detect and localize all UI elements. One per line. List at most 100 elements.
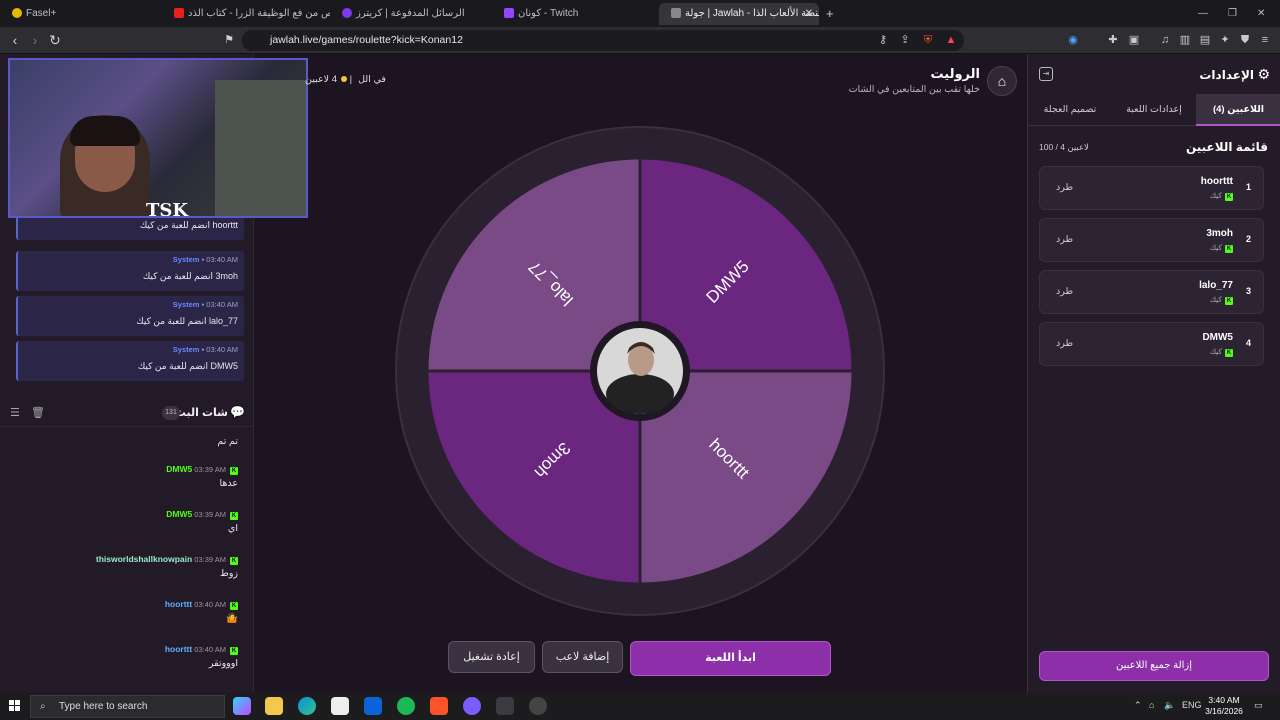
music-icon[interactable]: ♫ — [1158, 33, 1172, 47]
file-explorer-icon[interactable] — [265, 697, 283, 715]
status-dot — [341, 76, 347, 82]
tab-twitch[interactable]: كونان - Twitch — [500, 3, 655, 25]
tab-fasel[interactable]: Fasel+ — [8, 3, 78, 25]
tsk-logo: TSK — [146, 200, 189, 218]
streamer-hair — [70, 116, 140, 146]
bookmark-icon[interactable]: ⚑ — [220, 31, 238, 49]
settings-panel: ⇥ ⚙ الإعدادات اللاعبين (4) إعدادات اللعب… — [1027, 54, 1280, 693]
kick-icon: K — [230, 557, 238, 565]
brave-shield-icon[interactable]: ⛨ — [921, 33, 935, 47]
volume-icon[interactable]: 🔈 — [1164, 700, 1175, 711]
windows-start-icon[interactable] — [9, 700, 21, 712]
avatar-suit — [606, 374, 674, 414]
spotify-icon[interactable] — [397, 697, 415, 715]
share-icon[interactable]: ⇪ — [898, 33, 912, 47]
taskbar-clock[interactable]: 3:40 AM 3/16/2026 — [1202, 695, 1246, 717]
back-icon[interactable]: ‹ — [6, 31, 24, 49]
player-row: 3 lalo_77 Kكيك طرد — [1039, 270, 1264, 314]
add-player-button[interactable]: إضافة لاعب — [542, 641, 623, 673]
remove-all-players-button[interactable]: إزالة جميع اللاعبين — [1039, 651, 1269, 681]
start-game-button[interactable]: ابدأ اللعبة — [630, 641, 831, 676]
tab-wheel-design[interactable]: تصميم العجلة — [1028, 94, 1112, 126]
key-icon[interactable]: ⚷ — [876, 33, 890, 47]
page: hoorttt انضم للعبة من كيك System ▪ 03:40… — [0, 54, 1280, 693]
chat-count-badge: 131 — [162, 406, 180, 420]
reload-icon[interactable]: ↻ — [46, 31, 64, 49]
obs-icon[interactable] — [529, 697, 547, 715]
screenshot-icon[interactable]: ▣ — [1127, 33, 1141, 47]
minimize-icon[interactable]: — — [1198, 3, 1212, 25]
kick-player-button[interactable]: طرد — [1056, 234, 1073, 245]
restart-button[interactable]: إعادة تشغيل — [448, 641, 535, 673]
home-button[interactable]: ⌂ — [987, 66, 1017, 96]
system-message: System ▪ 03:40 AM 3moh انضم للعبة من كيك — [16, 251, 244, 291]
network-icon[interactable]: ⌂ — [1149, 700, 1154, 710]
tab-jawlah[interactable]: جولة | Jawlah - منصة الألعاب الذا ✕ — [659, 3, 819, 25]
close-tab-icon[interactable]: ✕ — [805, 3, 813, 25]
system-message: System ▪ 03:40 AM DMW5 انضم للعبة من كيك — [16, 341, 244, 381]
brave-icon[interactable] — [430, 697, 448, 715]
edge-icon[interactable] — [298, 697, 316, 715]
extensions-icon[interactable]: ✚ — [1106, 33, 1120, 47]
notifications-icon[interactable]: ▭ — [1254, 700, 1263, 711]
browser-tab-bar: Fasel+ تخلص من فع الوظيفة الزرا - كتاب ا… — [0, 0, 1280, 27]
brave-rewards-icon[interactable]: ▲ — [944, 33, 958, 47]
audio-icon[interactable]: ◉ — [1066, 33, 1080, 47]
player-row: 4 DMW5 Kكيك طرد — [1039, 322, 1264, 366]
menu-icon[interactable]: ≡ — [1258, 33, 1272, 47]
player-row: 2 3moh Kكيك طرد — [1039, 218, 1264, 262]
wallet-icon[interactable]: ▤ — [1198, 33, 1212, 47]
language-indicator[interactable]: ENG — [1182, 700, 1202, 710]
players-list-title: قائمة اللاعبين — [1185, 140, 1268, 154]
browser-toolbar: ‹ › ↻ ⚑ jawlah.live/games/roulette?kick=… — [0, 27, 1280, 54]
system-messages: hoorttt انضم للعبة من كيك System ▪ 03:40… — [16, 214, 244, 384]
kick-icon: K — [230, 467, 238, 475]
players-badge: في الل| 4 لاعبين — [305, 74, 386, 85]
discord-icon[interactable] — [463, 697, 481, 715]
kick-player-button[interactable]: طرد — [1056, 338, 1073, 349]
leo-icon[interactable]: ✦ — [1218, 33, 1232, 47]
trash-icon[interactable]: 🗑 — [31, 406, 45, 419]
kick-icon: K — [230, 647, 238, 655]
sidebar-icon[interactable]: ▥ — [1178, 33, 1192, 47]
outlook-icon[interactable] — [364, 697, 382, 715]
page-subtitle: خلها تقب بين المتابعين في الشات — [848, 84, 980, 95]
home-icon: ⌂ — [997, 73, 1007, 89]
players-count: 100 / 4 لاعبين — [1039, 142, 1089, 152]
store-icon[interactable] — [331, 697, 349, 715]
search-icon: ⌕ — [40, 701, 46, 712]
kick-icon: K — [1225, 349, 1233, 357]
kick-player-button[interactable]: طرد — [1056, 286, 1073, 297]
chat-header: 💬 شات البث 131 🗑 ☰ — [0, 399, 254, 427]
copilot-icon[interactable] — [233, 697, 251, 715]
tab-game-settings[interactable]: إعدادات اللعبة — [1112, 94, 1196, 126]
kick-player-button[interactable]: طرد — [1056, 182, 1073, 193]
tab-paid-messages[interactable]: الرسائل المدفوعة | كريترز — [338, 3, 493, 25]
system-message: System ▪ 03:40 AM lalo_77 انضم للعبة من … — [16, 296, 244, 336]
taskbar-search[interactable]: ⌕ Type here to search — [30, 695, 225, 718]
tab-youtube[interactable]: تخلص من فع الوظيفة الزرا - كتاب الذد — [170, 3, 330, 25]
kick-icon: K — [230, 512, 238, 520]
background-shelf — [215, 80, 306, 216]
vpn-icon[interactable]: ⛊ — [1238, 33, 1252, 47]
kick-icon: K — [230, 602, 238, 610]
chevron-up-icon[interactable]: ⌃ — [1134, 700, 1142, 711]
tasks-icon[interactable] — [496, 697, 514, 715]
settings-title: الإعدادات — [1199, 68, 1254, 82]
new-tab-button[interactable]: + — [826, 3, 840, 25]
close-window-icon[interactable]: ✕ — [1257, 3, 1271, 25]
collapse-panel-icon[interactable]: ⇥ — [1039, 67, 1053, 81]
wheel-svg: DMW5hoorttt3mohlalo_77 — [395, 126, 885, 616]
kick-icon: K — [1225, 193, 1233, 201]
kick-icon: K — [1225, 297, 1233, 305]
gear-icon: ⚙ — [1257, 66, 1270, 82]
webcam-overlay: TSK — [8, 58, 308, 218]
list-icon[interactable]: ☰ — [10, 406, 20, 419]
maximize-icon[interactable]: ❐ — [1228, 3, 1242, 25]
page-title: الروليت — [930, 66, 980, 81]
roulette-wheel[interactable]: DMW5 hoorttt 3moh lalo_77 — [395, 126, 885, 616]
address-bar[interactable]: jawlah.live/games/roulette?kick=Konan12 — [242, 30, 964, 51]
tab-players[interactable]: اللاعبين (4) — [1196, 94, 1280, 126]
forward-icon[interactable]: › — [26, 31, 44, 49]
player-row: 1 hoorttt Kكيك طرد — [1039, 166, 1264, 210]
